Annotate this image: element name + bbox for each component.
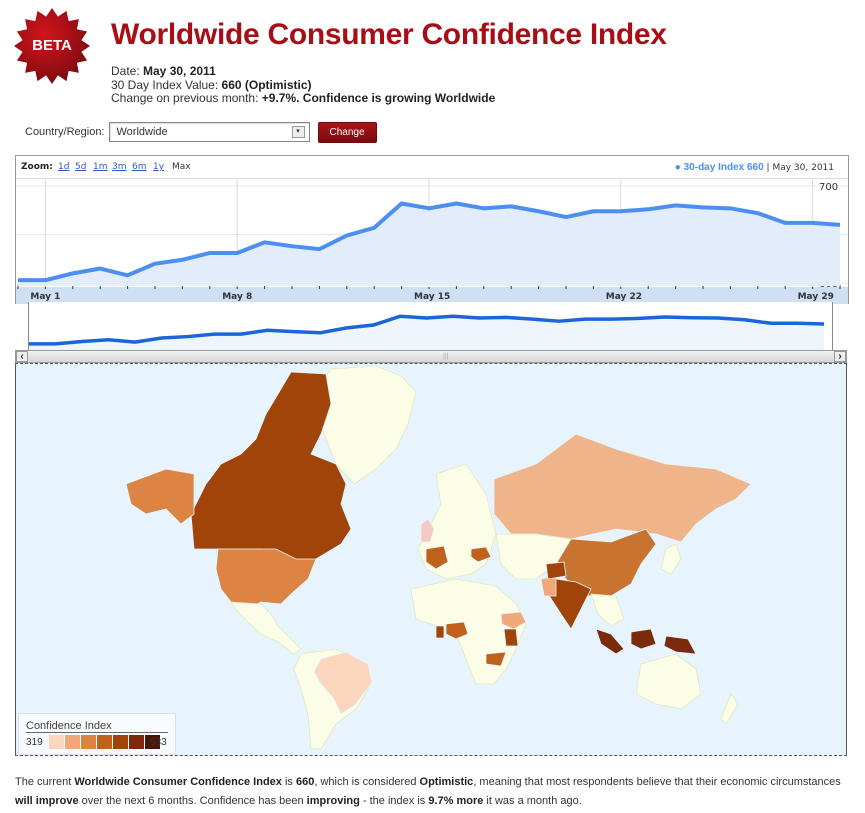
legend-max: 933 — [150, 737, 167, 748]
map-region-papua[interactable] — [663, 635, 697, 655]
range-scrollbar[interactable]: ‹ ||| › — [15, 350, 847, 363]
index-value: 660 (Optimistic) — [221, 77, 312, 92]
area-fill — [18, 203, 840, 286]
zoom-1y-link[interactable]: 1y — [153, 162, 164, 172]
legend-swatch — [97, 735, 112, 749]
x-tick-label: May 1 — [30, 292, 60, 302]
region-label: Country/Region: — [25, 126, 105, 138]
legend-series: 30-day Index 660 — [683, 162, 764, 173]
desc-text: it was a month ago. — [483, 795, 582, 807]
scroll-left-icon[interactable]: ‹ — [16, 351, 28, 362]
scroll-grip-icon[interactable]: ||| — [443, 353, 448, 360]
y-tick-label: 700 — [819, 182, 838, 193]
timeline-chart: 600650700May 1May 8May 15May 22May 29 Zo… — [15, 155, 849, 304]
legend-separator: | — [766, 163, 770, 173]
region-controls: Country/Region: Worldwide ▾ Change — [25, 121, 377, 143]
map-region-australia[interactable] — [635, 653, 702, 710]
world-map-svg — [125, 365, 752, 750]
map-region-new-zealand[interactable] — [720, 693, 739, 725]
change-label: Change on previous month: — [111, 91, 262, 105]
map-legend: Confidence Index 319 933 — [18, 713, 176, 755]
change-value: +9.7%. Confidence is growing Worldwide — [261, 91, 496, 105]
index-label: 30 Day Index Value: — [111, 77, 222, 92]
zoom-label: Zoom: — [21, 162, 53, 172]
zoom-1m-link[interactable]: 1m — [93, 162, 108, 172]
desc-text: over the next 6 months. Confidence has b… — [78, 795, 307, 807]
world-map — [15, 363, 847, 756]
page-title: Worldwide Consumer Confidence Index — [111, 18, 667, 51]
summary-info: Date: May 30, 2011 30 Day Index Value: 6… — [111, 64, 496, 106]
chevron-down-icon[interactable]: ▾ — [291, 126, 305, 138]
legend-swatches — [49, 735, 161, 749]
map-region-ghana[interactable] — [435, 625, 445, 639]
desc-text: , meaning that most respondents believe … — [473, 776, 841, 788]
map-region-borneo[interactable] — [630, 628, 657, 650]
date-label: Date: — [111, 64, 144, 78]
zoom-1d-link[interactable]: 1d — [58, 162, 69, 172]
map-region-afghanistan[interactable] — [545, 561, 567, 580]
desc-text: - the index is — [359, 795, 429, 807]
desc-bold: 9.7% more — [428, 795, 484, 807]
map-region-kenya[interactable] — [503, 628, 519, 647]
legend-date: May 30, 2011 — [772, 163, 834, 173]
map-region-se-asia[interactable] — [590, 593, 625, 627]
desc-text: is — [281, 776, 296, 788]
zoom-6m-link[interactable]: 6m — [132, 162, 147, 172]
map-region-indonesia[interactable] — [595, 628, 625, 655]
region-select-value: Worldwide — [116, 126, 168, 138]
desc-bold: Worldwide Consumer Confidence Index — [74, 776, 282, 788]
legend-title: Confidence Index — [26, 720, 168, 733]
change-button[interactable]: Change — [317, 121, 377, 143]
navigator-chart-svg — [29, 314, 825, 350]
zoom-3m-link[interactable]: 3m — [112, 162, 127, 172]
index-line: 30 Day Index Value: 660 (Optimistic) — [111, 77, 495, 93]
index-description: The current Worldwide Consumer Confidenc… — [15, 773, 855, 811]
desc-bold: 660 — [295, 776, 315, 788]
beta-label: BETA — [32, 37, 72, 54]
x-tick-label: May 15 — [414, 292, 450, 302]
x-tick-label: May 22 — [606, 292, 642, 302]
range-navigator[interactable] — [28, 302, 833, 350]
change-line: Change on previous month: +9.7%. Confide… — [111, 91, 496, 106]
map-region-mexico[interactable] — [230, 601, 302, 655]
legend-swatch — [129, 735, 144, 749]
navigator-area — [29, 316, 825, 350]
zoom-5d-link[interactable]: 5d — [75, 162, 86, 172]
x-tick-label: May 8 — [222, 292, 252, 302]
chart-toolbar: Zoom: 1d 5d 1m 3m 6m 1y Max ● 30-day Ind… — [16, 156, 848, 179]
legend-min: 319 — [26, 737, 43, 748]
map-region-alaska[interactable] — [125, 468, 195, 525]
desc-bold: improving — [306, 795, 360, 807]
map-region-japan[interactable] — [660, 543, 682, 575]
x-tick-label: May 29 — [798, 292, 834, 302]
desc-text: The current — [15, 776, 75, 788]
date-value: May 30, 2011 — [143, 64, 216, 78]
beta-badge: BETA — [14, 8, 90, 84]
legend-swatch — [65, 735, 80, 749]
zoom-max-current: Max — [172, 162, 191, 172]
region-select[interactable]: Worldwide ▾ — [108, 122, 310, 142]
legend-swatch — [81, 735, 96, 749]
desc-text: , which is considered — [314, 776, 420, 788]
map-region-canada[interactable] — [190, 371, 352, 575]
chart-legend: ● 30-day Index 660 | May 30, 2011 — [675, 162, 834, 173]
scroll-right-icon[interactable]: › — [834, 351, 846, 362]
map-region-russia[interactable] — [493, 433, 752, 543]
desc-bold: Optimistic — [419, 776, 474, 788]
date-line: Date: May 30, 2011 — [111, 64, 495, 79]
legend-swatch — [49, 735, 64, 749]
legend-dot-icon: ● — [674, 162, 684, 173]
legend-swatch — [113, 735, 128, 749]
desc-bold: will improve — [15, 795, 79, 807]
